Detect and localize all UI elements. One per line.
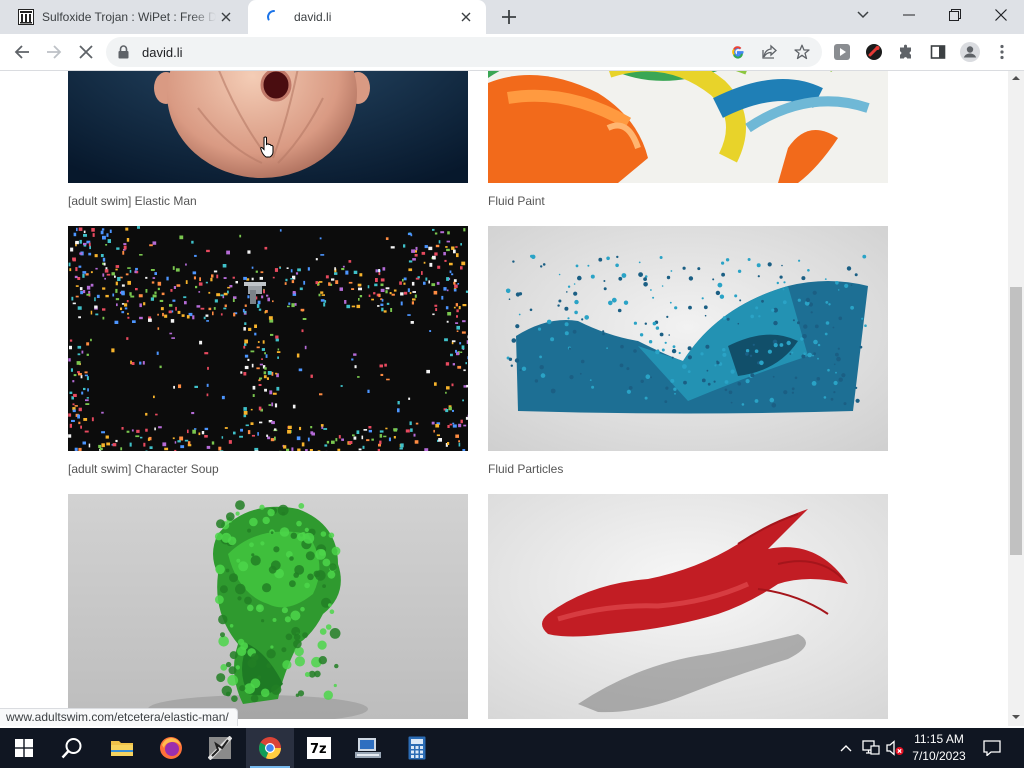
- tab-sulfoxide-trojan[interactable]: Sulfoxide Trojan : WiPet : Free Do: [8, 0, 246, 34]
- start-button[interactable]: [0, 728, 48, 768]
- app-icon: [208, 736, 232, 760]
- search-icon: [61, 738, 82, 759]
- page-scrollbar[interactable]: [1008, 71, 1024, 726]
- restore-button[interactable]: [932, 0, 978, 30]
- play-extension-icon: [834, 44, 850, 60]
- volume-muted-icon: [886, 740, 904, 756]
- archive-icon: [18, 9, 34, 25]
- system-clock[interactable]: 11:15 AM 7/10/2023: [905, 731, 973, 765]
- minimize-button[interactable]: [886, 0, 932, 30]
- close-icon[interactable]: [456, 7, 476, 27]
- side-panel-button[interactable]: [924, 38, 952, 66]
- status-url: www.adultswim.com/etcetera/elastic-man/: [6, 710, 229, 724]
- link-status-bubble: www.adultswim.com/etcetera/elastic-man/: [0, 708, 238, 726]
- profile-button[interactable]: [956, 38, 984, 66]
- tab-search-button[interactable]: [840, 0, 886, 30]
- fluid-paint-thumbnail[interactable]: [488, 71, 888, 183]
- back-button[interactable]: [8, 38, 36, 66]
- scrollbar-thumb[interactable]: [1010, 287, 1022, 555]
- tab-title: Sulfoxide Trojan : WiPet : Free Do: [42, 10, 216, 24]
- notifications-button[interactable]: [978, 728, 1006, 768]
- card-caption[interactable]: [adult swim] Character Soup: [68, 462, 468, 476]
- character-soup-thumbnail[interactable]: [68, 226, 468, 451]
- volume-tray-button[interactable]: [884, 728, 906, 768]
- loading-spinner-icon: [266, 9, 282, 25]
- calculator-icon: [408, 736, 426, 760]
- new-tab-button[interactable]: [498, 6, 520, 28]
- 7zip-icon: 7z: [307, 737, 331, 759]
- file-explorer-button[interactable]: [98, 728, 146, 768]
- stop-icon: [79, 45, 93, 59]
- page-content: [adult swim] Elastic Man Fluid Paint [ad…: [0, 71, 1008, 726]
- extension-icon: [900, 44, 911, 59]
- menu-icon: [1000, 44, 1004, 60]
- extension-red-button[interactable]: [860, 38, 888, 66]
- gallery-card[interactable]: [adult swim] Character Soup: [68, 226, 468, 476]
- search-button[interactable]: [48, 728, 96, 768]
- mouse-cursor: [260, 136, 276, 158]
- google-icon[interactable]: [728, 42, 748, 62]
- windows-taskbar: 7z 11:15 AM 7/10/2023: [0, 728, 1024, 768]
- clock-date: 7/10/2023: [912, 749, 966, 763]
- clock-time: 11:15 AM: [914, 732, 964, 746]
- firefox-icon: [160, 737, 182, 759]
- elastic-man-thumbnail[interactable]: [68, 71, 468, 183]
- sidepanel-icon: [930, 45, 946, 59]
- network-icon: [862, 740, 880, 755]
- address-bar[interactable]: david.li: [106, 37, 822, 67]
- close-icon[interactable]: [216, 7, 236, 27]
- app-button[interactable]: [196, 728, 244, 768]
- chrome-button[interactable]: [246, 728, 294, 768]
- card-caption[interactable]: Fluid Paint: [488, 194, 888, 208]
- start-icon: [15, 739, 33, 757]
- calculator-button[interactable]: [393, 728, 441, 768]
- share-icon[interactable]: [760, 42, 780, 62]
- green-creature-thumbnail[interactable]: [68, 494, 468, 719]
- card-caption[interactable]: Fluid Particles: [488, 462, 888, 476]
- profile-icon: [960, 42, 980, 62]
- extensions-button[interactable]: [892, 38, 920, 66]
- menu-button[interactable]: [988, 38, 1016, 66]
- star-icon[interactable]: [792, 42, 812, 62]
- gallery-card[interactable]: Fluid Paint: [488, 71, 888, 208]
- close-window-button[interactable]: [978, 0, 1024, 30]
- tab-david-li[interactable]: david.li: [248, 0, 486, 34]
- tab-title: david.li: [294, 10, 332, 24]
- gallery-card[interactable]: [68, 494, 468, 719]
- file-explorer-icon: [111, 741, 133, 756]
- notification-icon: [983, 740, 1001, 756]
- address-text: david.li: [142, 45, 183, 60]
- network-tray-button[interactable]: [860, 728, 882, 768]
- gallery-card[interactable]: [488, 494, 888, 719]
- forward-icon: [47, 45, 62, 59]
- svg-text:7z: 7z: [310, 742, 327, 757]
- extension-media-button[interactable]: [828, 38, 856, 66]
- red-extension-icon: [866, 44, 882, 60]
- lock-icon[interactable]: [118, 45, 129, 59]
- chrome-icon: [258, 737, 282, 760]
- network-app-icon: [355, 738, 381, 758]
- network-app-button[interactable]: [344, 728, 392, 768]
- fluid-particles-thumbnail[interactable]: [488, 226, 888, 451]
- stop-button[interactable]: [72, 38, 100, 66]
- scroll-down-icon[interactable]: [1012, 714, 1020, 720]
- gallery-card[interactable]: Fluid Particles: [488, 226, 888, 476]
- browser-toolbar: david.li: [0, 34, 1024, 71]
- show-hidden-icons-button[interactable]: [836, 728, 856, 768]
- back-icon: [14, 45, 29, 59]
- card-caption[interactable]: [adult swim] Elastic Man: [68, 194, 468, 208]
- forward-button[interactable]: [40, 38, 68, 66]
- firefox-button[interactable]: [147, 728, 195, 768]
- scroll-up-icon[interactable]: [1012, 75, 1020, 81]
- tab-strip: Sulfoxide Trojan : WiPet : Free Do david…: [0, 0, 1024, 34]
- red-fluid-thumbnail[interactable]: [488, 494, 888, 719]
- chevron-up-icon: [840, 745, 852, 752]
- 7zip-button[interactable]: 7z: [295, 728, 343, 768]
